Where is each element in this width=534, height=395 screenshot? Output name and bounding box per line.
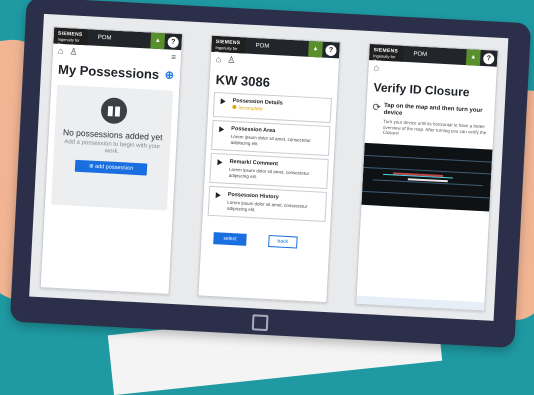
help-button[interactable]: ? — [482, 52, 495, 65]
section-possession-history[interactable]: Possession History Lorem ipsum dolor sit… — [207, 185, 328, 222]
expand-icon — [215, 192, 221, 199]
empty-subtitle: Add a possession to begin with your work… — [64, 139, 161, 156]
siemens-logo: SIEMENS Ingenuity for life — [369, 44, 404, 63]
signal-icon: ▲ — [308, 40, 323, 58]
expand-icon — [217, 159, 223, 166]
empty-state: ▮▮ No possessions added yet Add a posses… — [51, 84, 174, 211]
screen-kw-3086: SIEMENS Ingenuity for life POM ▲ ? ⌂ ♙ KW… — [197, 34, 341, 304]
home-icon[interactable]: ⌂ — [373, 62, 379, 72]
add-possession-label: add possession — [94, 163, 134, 172]
app-tab[interactable]: POM — [413, 51, 466, 60]
track-line — [362, 190, 491, 199]
expand-icon — [220, 98, 226, 105]
signal-icon: ▲ — [465, 49, 481, 66]
filter-icon[interactable]: ≡ — [171, 52, 176, 61]
help-button[interactable]: ? — [167, 35, 179, 48]
instruction-desc: Turn your device until its horizontal to… — [382, 118, 487, 136]
bottom-bar — [356, 295, 485, 311]
possession-icon: ▮▮ — [100, 97, 128, 125]
siemens-logo: SIEMENS Ingenuity for life — [211, 35, 247, 55]
siemens-logo: SIEMENS Ingenuity for life — [53, 27, 89, 47]
instruction-block: ⟳ Tap on the map and then turn your devi… — [365, 96, 495, 143]
add-icon[interactable]: ⊕ — [164, 68, 174, 81]
add-possession-button[interactable]: ⊕ add possession — [74, 159, 148, 176]
screen-verify-id-closure: SIEMENS Ingenuity for life POM ▲ ? ⌂ Veri… — [355, 42, 499, 312]
expand-icon — [219, 126, 225, 133]
section-desc: Lorem ipsum dolor sit amet, consectetur … — [226, 199, 308, 212]
action-buttons: select back — [213, 232, 329, 250]
tablet-home-button[interactable] — [251, 314, 269, 332]
select-button[interactable]: select — [213, 232, 247, 246]
rotate-device-icon: ⟳ — [372, 102, 382, 114]
section-possession-area[interactable]: Possession Area Lorem ipsum dolor sit am… — [211, 119, 331, 157]
home-icon[interactable]: ⌂ — [216, 54, 222, 64]
section-possession-details[interactable]: Possession Details Incomplete — [212, 91, 332, 124]
screen-my-possessions: SIEMENS Ingenuity for life POM ▲ ? ⌂ ♙ ≡ … — [39, 26, 184, 295]
track-line — [364, 154, 492, 163]
app-tab[interactable]: POM — [98, 35, 151, 44]
section-desc: Lorem ipsum dolor sit amet, consectetur … — [230, 133, 311, 146]
section-remark[interactable]: Remark/ Comment Lorem ipsum dolor sit am… — [209, 152, 329, 189]
tablet-frame: SIEMENS Ingenuity for life POM ▲ ? ⌂ ♙ ≡ … — [9, 0, 532, 348]
signal-icon: ▲ — [150, 32, 166, 50]
track-map[interactable] — [361, 142, 493, 212]
page-title-text: My Possessions — [57, 61, 160, 83]
section-desc: Lorem ipsum dolor sit amet, consectetur … — [228, 166, 310, 179]
user-icon[interactable]: ♙ — [227, 54, 236, 65]
home-icon[interactable]: ⌂ — [58, 46, 64, 56]
user-icon[interactable]: ♙ — [69, 46, 78, 57]
back-button[interactable]: back — [268, 234, 298, 249]
app-tab[interactable]: POM — [255, 43, 308, 52]
help-button[interactable]: ? — [325, 44, 337, 56]
tablet-screen: SIEMENS Ingenuity for life POM ▲ ? ⌂ ♙ ≡ … — [29, 13, 509, 321]
